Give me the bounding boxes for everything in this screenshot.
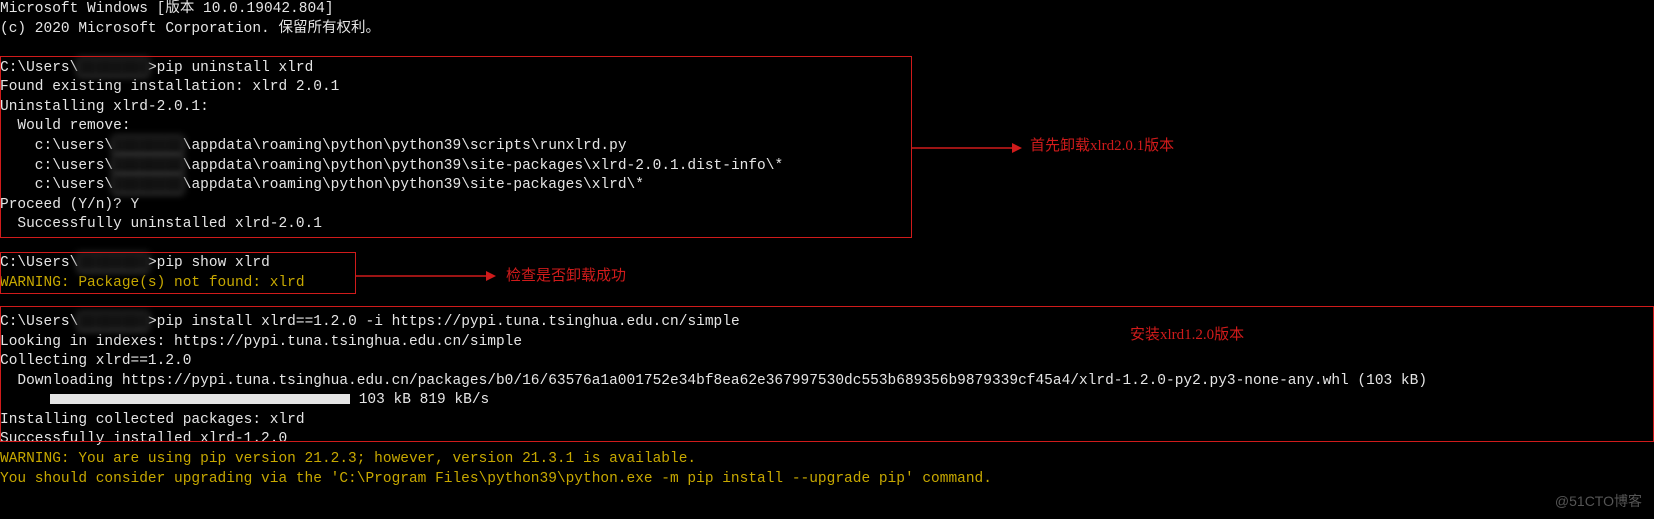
redacted-user: ████████ xyxy=(78,313,148,333)
copyright-line: (c) 2020 Microsoft Corporation. 保留所有权利。 xyxy=(0,20,1654,40)
remove-path-1: c:\users\████████\appdata\roaming\python… xyxy=(0,137,1654,157)
remove-path-3: c:\users\████████\appdata\roaming\python… xyxy=(0,176,1654,196)
success-install-line: Successfully installed xlrd-1.2.0 xyxy=(0,430,1654,450)
redacted-user: ████████ xyxy=(113,157,183,177)
redacted-user: ████████ xyxy=(113,176,183,196)
cmd-uninstall: C:\Users\████████>pip uninstall xlrd xyxy=(0,59,1654,79)
redacted-user: ████████ xyxy=(113,137,183,157)
progress-line: 103 kB 819 kB/s xyxy=(0,391,1654,411)
warning-not-found: WARNING: Package(s) not found: xlrd xyxy=(0,274,1654,294)
terminal-window[interactable]: Microsoft Windows [版本 10.0.19042.804] (c… xyxy=(0,0,1654,519)
cmd-show: C:\Users\████████>pip show xlrd xyxy=(0,254,1654,274)
blank-line xyxy=(0,235,1654,255)
found-install-line: Found existing installation: xlrd 2.0.1 xyxy=(0,78,1654,98)
os-version-line: Microsoft Windows [版本 10.0.19042.804] xyxy=(0,0,1654,20)
blank-line xyxy=(0,39,1654,59)
redacted-user: ████████ xyxy=(78,59,148,79)
blank-line xyxy=(0,293,1654,313)
watermark: @51CTO博客 xyxy=(1555,492,1642,511)
redacted-user: ████████ xyxy=(78,254,148,274)
downloading-line: Downloading https://pypi.tuna.tsinghua.e… xyxy=(0,372,1654,392)
warning-pip-version: WARNING: You are using pip version 21.2.… xyxy=(0,450,1654,470)
collecting-line: Collecting xlrd==1.2.0 xyxy=(0,352,1654,372)
cmd-install: C:\Users\████████>pip install xlrd==1.2.… xyxy=(0,313,1654,333)
upgrade-hint-line: You should consider upgrading via the 'C… xyxy=(0,470,1654,490)
annotation-check: 检查是否卸载成功 xyxy=(506,266,626,286)
success-uninstall-line: Successfully uninstalled xlrd-2.0.1 xyxy=(0,215,1654,235)
progress-bar xyxy=(50,394,350,404)
uninstalling-line: Uninstalling xlrd-2.0.1: xyxy=(0,98,1654,118)
installing-line: Installing collected packages: xlrd xyxy=(0,411,1654,431)
proceed-prompt: Proceed (Y/n)? Y xyxy=(0,196,1654,216)
annotation-install: 安装xlrd1.2.0版本 xyxy=(1130,325,1244,345)
remove-path-2: c:\users\████████\appdata\roaming\python… xyxy=(0,157,1654,177)
looking-indexes-line: Looking in indexes: https://pypi.tuna.ts… xyxy=(0,333,1654,353)
would-remove-line: Would remove: xyxy=(0,117,1654,137)
annotation-uninstall: 首先卸载xlrd2.0.1版本 xyxy=(1030,136,1174,156)
